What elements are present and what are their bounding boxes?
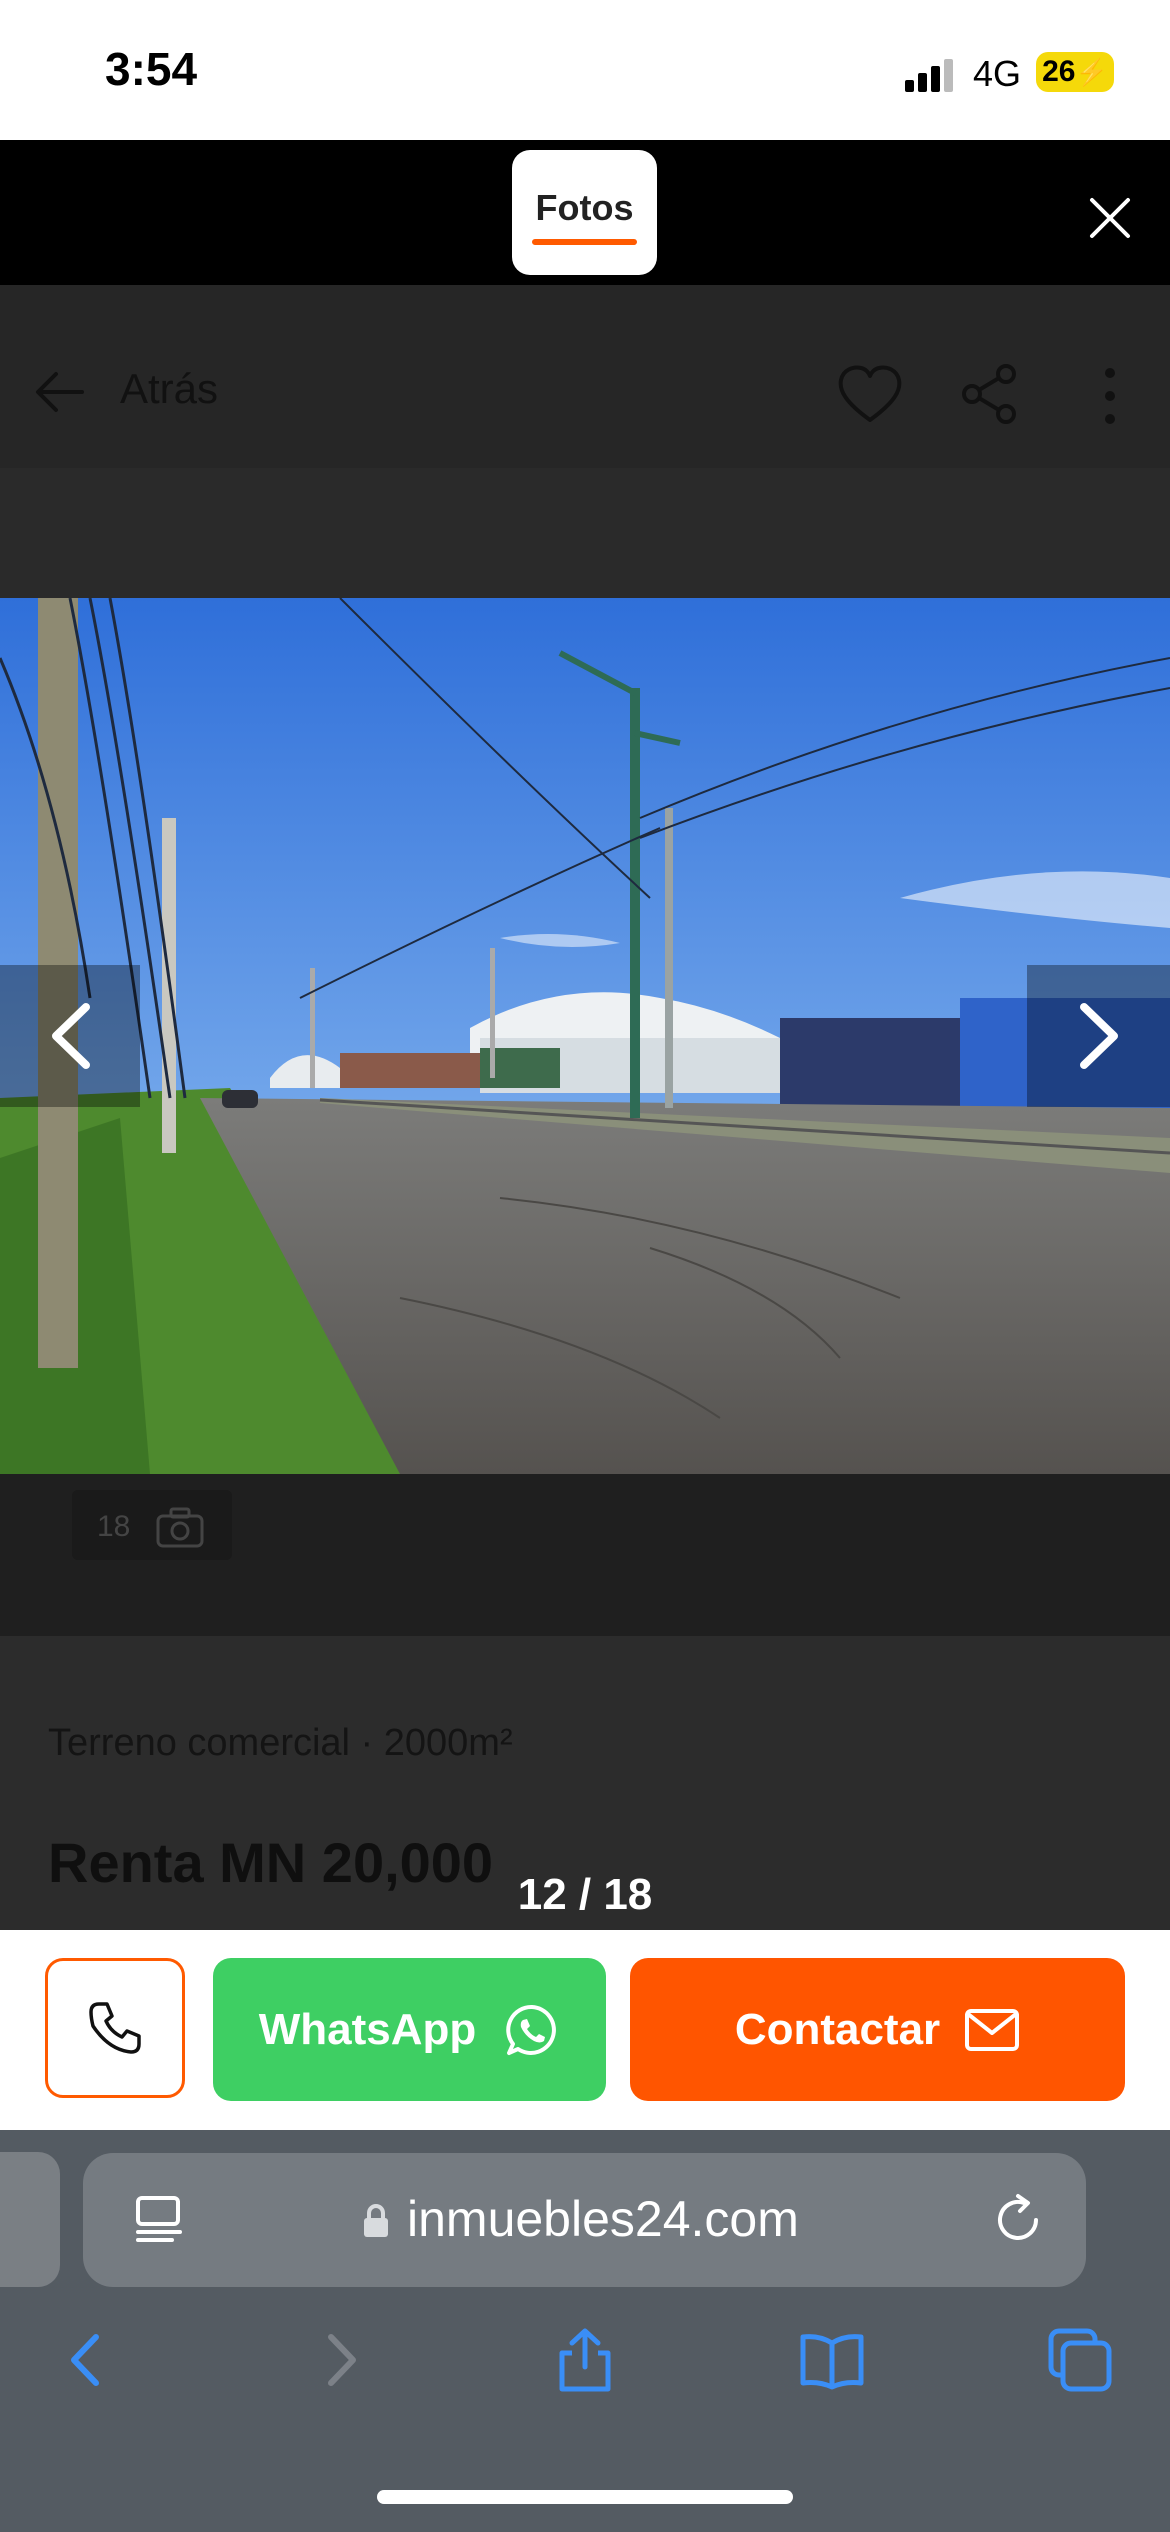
reader-icon[interactable] [132, 2192, 188, 2248]
close-icon[interactable] [1080, 188, 1140, 248]
header-image-strip [0, 468, 1170, 598]
tabs-icon[interactable] [1045, 2325, 1115, 2395]
battery-indicator: 26 ⚡ [1036, 52, 1114, 92]
more-icon[interactable] [1095, 365, 1125, 427]
back-icon[interactable] [52, 2325, 122, 2395]
battery-level: 26 [1042, 55, 1076, 88]
back-arrow-icon[interactable] [30, 362, 90, 422]
chevron-left-icon [52, 1003, 90, 1069]
chevron-right-icon [1080, 1003, 1118, 1069]
tab-fotos[interactable]: Fotos [512, 150, 657, 275]
reload-icon[interactable] [990, 2192, 1046, 2248]
network-type: 4G [973, 53, 1022, 94]
signal-icon [905, 59, 953, 92]
photo-counter: 12 / 18 [517, 1870, 653, 1919]
lock-icon [364, 2204, 388, 2237]
share-icon[interactable] [960, 362, 1020, 426]
forward-icon[interactable] [305, 2325, 375, 2395]
gallery-photo [0, 598, 1170, 1474]
charging-icon: ⚡ [1075, 56, 1108, 87]
back-label[interactable]: Atrás [120, 365, 218, 413]
photo-count-number: 18 [97, 1510, 131, 1543]
tab-active-indicator [532, 238, 637, 245]
whatsapp-label: WhatsApp [258, 2004, 477, 2054]
home-indicator [377, 2490, 793, 2504]
camera-icon [156, 1507, 204, 1548]
bookmarks-icon[interactable] [797, 2325, 867, 2395]
status-time: 3:54 [105, 43, 198, 95]
contact-button[interactable]: Contactar [630, 1958, 1125, 2101]
url-text[interactable]: inmuebles24.com [407, 2190, 799, 2248]
previous-photo-button[interactable] [0, 965, 140, 1107]
next-photo-button[interactable] [1027, 965, 1170, 1107]
tab-fotos-label: Fotos [535, 186, 634, 228]
mail-icon [965, 2008, 1020, 2051]
previous-tab-peek[interactable] [0, 2152, 60, 2287]
property-type: Terreno comercial · 2000m² [48, 1722, 513, 1764]
call-button[interactable] [45, 1958, 185, 2098]
share-icon[interactable] [550, 2325, 620, 2395]
whatsapp-button[interactable]: WhatsApp [213, 1958, 606, 2101]
whatsapp-icon [506, 2004, 557, 2055]
contact-label: Contactar [734, 2004, 941, 2054]
heart-icon[interactable] [835, 362, 905, 426]
phone-icon [89, 2002, 141, 2054]
photo-count-badge [72, 1490, 232, 1560]
